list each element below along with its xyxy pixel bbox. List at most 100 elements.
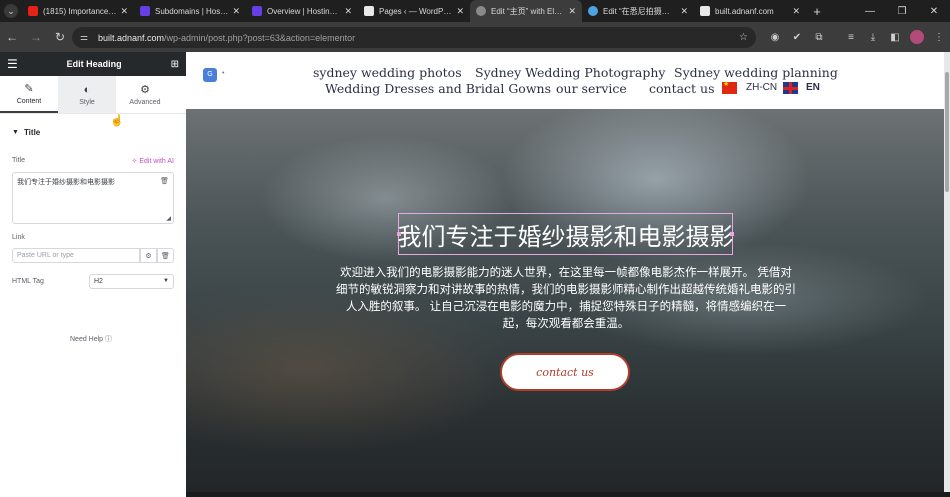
title-label: Title (12, 157, 25, 164)
close-icon[interactable]: ✕ (568, 6, 576, 17)
contact-us-button[interactable]: contact us (500, 353, 630, 391)
more-vert-icon[interactable]: ⋮ (928, 26, 950, 48)
avatar-image (910, 30, 924, 44)
minimize-icon[interactable]: — (854, 0, 886, 22)
reload-icon[interactable]: ↻ (48, 25, 72, 49)
avatar[interactable] (906, 26, 928, 48)
html-tag-label: HTML Tag (12, 278, 44, 285)
new-tab-button[interactable]: + (806, 4, 828, 19)
hamburger-menu-icon[interactable]: ☰ (7, 57, 18, 71)
mouse-cursor-icon: ☝ (110, 115, 124, 127)
close-icon[interactable]: ✕ (456, 6, 464, 17)
section-title-toggle[interactable]: ▼ Title (0, 114, 186, 137)
camera-icon[interactable]: ◉ (764, 26, 786, 48)
tab-style[interactable]: ◐ Style (58, 76, 116, 113)
menu-item-wedding-dresses[interactable]: Wedding Dresses and Bridal Gowns (325, 81, 551, 96)
back-icon[interactable]: ← (0, 25, 24, 49)
sidepanel-icon[interactable]: ◧ (884, 26, 906, 48)
preview-scrollbar[interactable] (944, 52, 950, 492)
browser-tab-active[interactable]: Edit “主页” with Elementor ✕ (470, 0, 582, 22)
hostinger-favicon-icon (252, 6, 262, 16)
selection-handle[interactable] (397, 232, 401, 236)
browser-tab[interactable]: Overview | Hostinger ✕ (246, 0, 358, 22)
tab-label: Advanced (129, 99, 161, 106)
menu-item-contact-us[interactable]: contact us (649, 81, 715, 96)
close-icon[interactable]: ✕ (344, 6, 352, 17)
tab-search-button[interactable]: ⌄ (0, 0, 22, 22)
url-text[interactable]: built.adnanf.com/wp-admin/post.php?post=… (98, 33, 355, 43)
site-info-icon[interactable]: ⚌ (80, 32, 94, 43)
chevron-down-icon: ⌄ (4, 4, 18, 18)
menu-item-sydney-wedding-photography[interactable]: Sydney Wedding Photography (475, 65, 665, 80)
pencil-icon: ✎ (24, 83, 34, 95)
lang-en[interactable]: EN (806, 82, 820, 93)
close-icon[interactable]: ✕ (792, 6, 800, 17)
html-tag-select[interactable]: H2 ▼ (89, 274, 174, 289)
hero-heading-text: 我们专注于婚纱摄影和电影摄影 (397, 223, 734, 251)
contrast-icon: ◐ (83, 83, 91, 96)
bottom-strip (186, 492, 950, 497)
title-value: 我们专注于婚纱摄影和电影摄影 (17, 179, 115, 186)
download-icon[interactable]: ⤓ (862, 26, 884, 48)
link-input[interactable]: Paste URL or type (12, 248, 140, 263)
page-preview: G • sydney wedding photos Sydney Wedding… (186, 52, 950, 492)
trash-icon[interactable]: 🗑 (160, 177, 169, 185)
close-icon[interactable]: ✕ (680, 6, 688, 17)
tab-title: built.adnanf.com (715, 6, 774, 16)
bookmark-star-icon[interactable]: ☆ (739, 32, 748, 43)
link-label: Link (12, 234, 25, 241)
chevron-down-icon: ▼ (163, 278, 169, 284)
hero-section: 我们专注于婚纱摄影和电影摄影 欢迎进入我们的电影摄影能力的迷人世界，在这里每一帧… (186, 109, 946, 492)
menu-item-sydney-wedding-planning[interactable]: Sydney wedding planning (674, 65, 838, 80)
ai-link-label: Edit with AI (139, 158, 174, 165)
browser-tab[interactable]: Edit “在悉尼拍摄家庭 ✕ (582, 0, 694, 22)
edit-with-ai-link[interactable]: ✧ Edit with AI (132, 157, 174, 165)
page-favicon-icon (364, 6, 374, 16)
address-bar[interactable]: ⚌ built.adnanf.com/wp-admin/post.php?pos… (72, 27, 756, 48)
menu-item-our-service[interactable]: our service (556, 81, 627, 96)
puzzle-icon[interactable]: ⧉ (808, 26, 830, 48)
wordpress-favicon-icon (588, 6, 598, 16)
hero-heading-selected[interactable]: 我们专注于婚纱摄影和电影摄影 (397, 213, 734, 255)
title-textarea[interactable]: 我们专注于婚纱摄影和电影摄影 🗑 ◢ (12, 172, 174, 224)
tab-advanced[interactable]: ⚙ Advanced (116, 76, 174, 113)
panel-tabs: ✎ Content ◐ Style ⚙ Advanced (0, 76, 186, 114)
link-options-gear-icon[interactable]: ⚙ (140, 248, 157, 263)
globe-favicon-icon (476, 6, 486, 16)
close-window-icon[interactable]: ✕ (918, 0, 950, 22)
close-icon[interactable]: ✕ (120, 6, 128, 17)
link-delete-trash-icon[interactable]: 🗑 (157, 248, 174, 263)
lang-zh-cn[interactable]: ZH-CN (746, 82, 777, 93)
help-circle-icon: ⓘ (105, 336, 113, 343)
widgets-grid-icon[interactable]: ⊞ (171, 59, 179, 70)
china-flag-icon[interactable] (722, 80, 737, 94)
extension-icon[interactable]: ✔ (786, 26, 808, 48)
caret-down-icon: ▼ (12, 129, 19, 136)
site-logo-icon[interactable]: G (203, 68, 217, 82)
menu-item-sydney-wedding-photos[interactable]: sydney wedding photos (313, 65, 462, 80)
need-help-label: Need Help (70, 336, 104, 343)
selection-handle[interactable] (730, 232, 734, 236)
hero-paragraph[interactable]: 欢迎进入我们的电影摄影能力的迷人世界，在这里每一帧都像电影杰作一样展开。 凭借对… (336, 265, 796, 333)
tab-title: Edit “主页” with Elementor (491, 6, 565, 16)
scrollbar-thumb[interactable] (945, 72, 949, 192)
browser-tab[interactable]: (1815) Importance of ✕ (22, 0, 134, 22)
restore-icon[interactable]: ❐ (886, 0, 918, 22)
media-icon[interactable]: ≡ (840, 26, 862, 48)
tab-title: Pages ‹ — WordPress (379, 6, 453, 16)
browser-tab[interactable]: Pages ‹ — WordPress ✕ (358, 0, 470, 22)
resize-grip-icon[interactable]: ◢ (166, 215, 171, 222)
page-favicon-icon (700, 6, 710, 16)
browser-tab[interactable]: built.adnanf.com ✕ (694, 0, 806, 22)
tab-label: Style (79, 98, 95, 106)
browser-tab[interactable]: Subdomains | Hosting ✕ (134, 0, 246, 22)
browser-toolbar: ← → ↻ ⚌ built.adnanf.com/wp-admin/post.p… (0, 22, 950, 52)
forward-icon[interactable]: → (24, 25, 48, 49)
section-title: Title (23, 128, 41, 137)
close-icon[interactable]: ✕ (232, 6, 240, 17)
gear-icon: ⚙ (140, 84, 150, 96)
tab-content[interactable]: ✎ Content (0, 76, 58, 113)
tab-label: Content (16, 98, 42, 105)
need-help-link[interactable]: Need Help ⓘ (70, 334, 112, 344)
uk-flag-icon[interactable] (783, 82, 798, 94)
